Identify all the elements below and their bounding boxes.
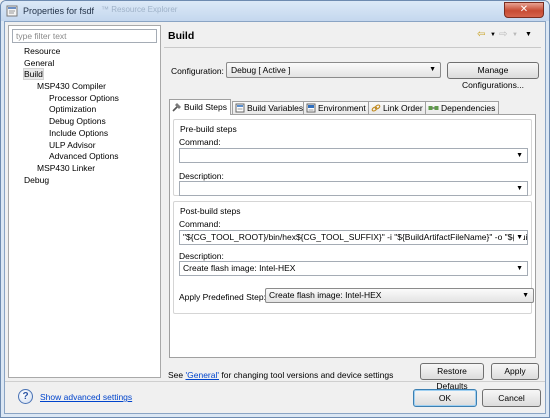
ok-button[interactable]: OK	[413, 389, 477, 407]
tree-item-debug-options[interactable]: Debug Options	[9, 116, 160, 128]
pre-build-group: Pre-build steps Command: ▼ Description: …	[173, 119, 532, 196]
tree-item-general[interactable]: General	[9, 58, 160, 70]
help-icon[interactable]: ?	[18, 389, 33, 404]
forward-arrow-icon[interactable]: ⇨	[499, 28, 507, 42]
view-menu-icon[interactable]: ▼	[525, 28, 532, 42]
cancel-button[interactable]: Cancel	[482, 389, 541, 407]
link-order-icon	[371, 104, 381, 112]
tab-build-variables[interactable]: Build Variables	[232, 101, 308, 114]
tree-item-resource[interactable]: Resource	[9, 46, 160, 58]
apply-predefined-step-label: Apply Predefined Step:	[179, 292, 266, 302]
build-variables-icon	[235, 103, 245, 113]
tree-item-label: ULP Advisor	[49, 139, 96, 150]
tree-item-label: Include Options	[49, 127, 109, 138]
dialog-client-area: type filter text Resource General Build MSP…	[4, 21, 546, 414]
general-link[interactable]: 'General'	[186, 370, 220, 380]
pre-build-description-label: Description:	[179, 171, 224, 181]
back-arrow-icon[interactable]: ⇦	[477, 28, 485, 42]
post-build-command-value: "${CG_TOOL_ROOT}/bin/hex${CG_TOOL_SUFFIX…	[183, 232, 528, 242]
header-separator	[164, 47, 541, 48]
navigation-pane: type filter text Resource General Build MSP…	[8, 25, 161, 378]
pre-build-description-input[interactable]: ▼	[179, 181, 528, 196]
tab-build-steps[interactable]: Build Steps	[169, 99, 231, 115]
property-page-tree: Resource General Build MSP430 Compiler Proce…	[9, 46, 160, 186]
pre-build-title: Pre-build steps	[180, 124, 237, 134]
tree-item-label: Build	[23, 68, 44, 81]
configuration-value: Debug [ Active ]	[231, 65, 291, 75]
post-build-description-value: Create flash image: Intel-HEX	[183, 263, 296, 273]
chevron-down-icon[interactable]: ▼	[514, 262, 523, 275]
tab-label: Environment	[318, 103, 366, 113]
build-steps-panel: Pre-build steps Command: ▼ Description: …	[169, 114, 536, 358]
tree-item-label: Debug	[24, 174, 50, 185]
post-build-description-label: Description:	[179, 251, 224, 261]
properties-dialog: Properties for fsdf ™ Resource Explorer …	[0, 0, 550, 418]
chevron-down-icon: ▼	[522, 292, 529, 299]
post-build-title: Post-build steps	[180, 206, 241, 216]
tree-item-label: General	[24, 57, 55, 68]
tree-item-label: MSP430 Compiler	[37, 81, 106, 92]
chevron-down-icon[interactable]: ▼	[514, 149, 523, 162]
tab-label: Build Variables	[247, 103, 304, 113]
page-navigation: ⇦ ▼ ⇨ ▼ ▼	[477, 28, 541, 42]
property-page: Build ⇦ ▼ ⇨ ▼ ▼ Configuration: Debug [ A…	[164, 25, 541, 391]
general-settings-note: See 'General' for changing tool versions…	[168, 370, 393, 380]
tree-item-optimization[interactable]: Optimization	[9, 104, 160, 116]
note-suffix: for changing tool versions and device se…	[219, 370, 394, 380]
pre-build-command-label: Command:	[179, 137, 221, 147]
tab-environment[interactable]: Environment	[303, 101, 370, 114]
tree-item-label: Debug Options	[49, 116, 106, 127]
tree-item-label: Resource	[24, 46, 61, 56]
footer-separator	[5, 381, 545, 382]
tree-item-build[interactable]: Build	[9, 68, 160, 81]
tree-item-advanced-options[interactable]: Advanced Options	[9, 151, 160, 163]
tree-item-msp430-linker[interactable]: MSP430 Linker	[9, 163, 160, 175]
back-history-dropdown-icon[interactable]: ▼	[490, 28, 496, 42]
filter-input[interactable]: type filter text	[12, 29, 157, 43]
show-advanced-settings-link[interactable]: Show advanced settings	[40, 392, 132, 402]
configuration-select[interactable]: Debug [ Active ] ▼	[226, 62, 441, 78]
tree-item-label: MSP430 Linker	[37, 162, 96, 173]
tree-item-label: Optimization	[49, 104, 97, 115]
tab-label: Dependencies	[441, 103, 496, 113]
tree-item-processor-options[interactable]: Processor Options	[9, 93, 160, 105]
tree-item-include-options[interactable]: Include Options	[9, 128, 160, 140]
predefined-step-value: Create flash image: Intel-HEX	[269, 290, 382, 300]
post-build-command-input[interactable]: "${CG_TOOL_ROOT}/bin/hex${CG_TOOL_SUFFIX…	[179, 230, 528, 245]
post-build-command-label: Command:	[179, 219, 221, 229]
post-build-description-input[interactable]: Create flash image: Intel-HEX ▼	[179, 261, 528, 276]
pre-build-command-input[interactable]: ▼	[179, 148, 528, 163]
window-close-button[interactable]: ✕	[504, 2, 544, 18]
chevron-down-icon[interactable]: ▼	[514, 182, 523, 195]
manage-configurations-button[interactable]: Manage Configurations...	[447, 62, 539, 90]
note-prefix: See	[168, 370, 186, 380]
page-title: Build	[168, 30, 195, 42]
apply-button[interactable]: Apply	[491, 363, 539, 380]
background-window-title: ™ Resource Explorer	[101, 5, 178, 14]
tab-label: Link Order	[383, 103, 423, 113]
window-title: Properties for fsdf	[23, 6, 95, 16]
environment-icon	[306, 103, 316, 113]
restore-defaults-button[interactable]: Restore Defaults	[420, 363, 484, 391]
chevron-down-icon[interactable]: ▼	[514, 231, 523, 244]
apply-predefined-step-select[interactable]: Create flash image: Intel-HEX ▼	[265, 288, 534, 303]
dependencies-icon	[428, 106, 439, 110]
tab-label: Build Steps	[184, 102, 227, 112]
tree-item-debug[interactable]: Debug	[9, 175, 160, 187]
title-bar[interactable]: Properties for fsdf ™ Resource Explorer …	[1, 1, 549, 21]
build-steps-icon	[172, 103, 181, 112]
tab-dependencies[interactable]: Dependencies	[425, 101, 500, 114]
chevron-down-icon: ▼	[429, 66, 436, 73]
post-build-group: Post-build steps Command: "${CG_TOOL_ROO…	[173, 201, 534, 314]
tree-item-ulp-advisor[interactable]: ULP Advisor	[9, 140, 160, 152]
forward-history-dropdown-icon[interactable]: ▼	[512, 28, 518, 42]
properties-window-icon	[6, 5, 18, 17]
tree-item-label: Advanced Options	[49, 151, 119, 162]
tree-item-msp430-compiler[interactable]: MSP430 Compiler	[9, 81, 160, 93]
tab-link-order[interactable]: Link Order	[368, 101, 427, 114]
tree-item-label: Processor Options	[49, 92, 119, 103]
configuration-label: Configuration:	[171, 66, 224, 76]
